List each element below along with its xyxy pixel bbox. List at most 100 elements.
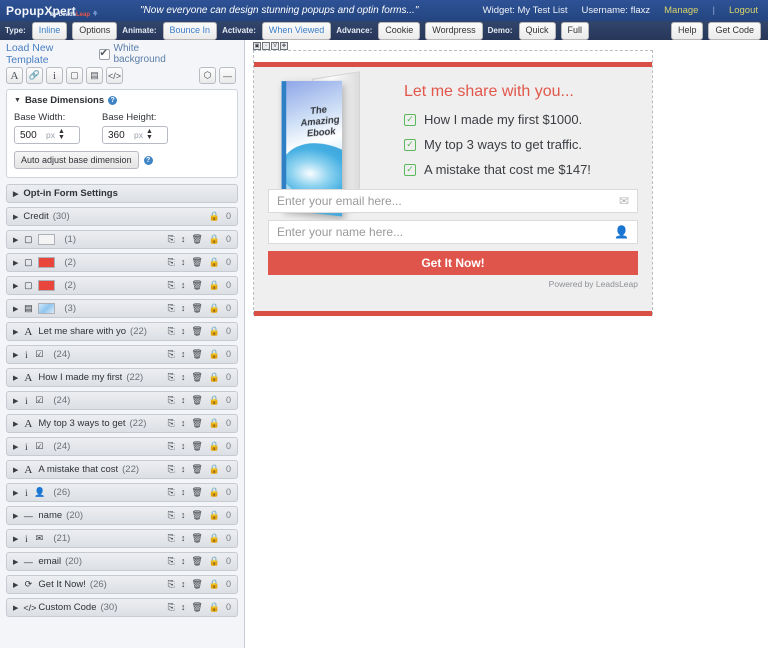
layer-row[interactable]: ▶ i ✉ (21) ⎘ ↕ 🗑 🔒 0 — [6, 529, 238, 548]
popup-headline[interactable]: Let me share with you... — [404, 83, 638, 101]
base-width-input[interactable] — [18, 129, 46, 142]
duplicate-layer-icon[interactable]: ⎘ — [168, 534, 175, 543]
duplicate-layer-icon[interactable]: ⎘ — [168, 350, 175, 359]
duplicate-layer-icon[interactable]: ⎘ — [168, 603, 175, 612]
move-layer-icon[interactable]: ↕ — [181, 557, 186, 566]
lock-layer-icon[interactable]: 🔒 — [209, 258, 220, 267]
lock-layer-icon[interactable]: 🔒 — [209, 511, 220, 520]
layer-row[interactable]: ▶ i 👤 (26) ⎘ ↕ 🗑 🔒 0 — [6, 483, 238, 502]
lock-layer-icon[interactable]: 🔒 — [209, 396, 220, 405]
lock-layer-icon[interactable]: 🔒 — [209, 419, 220, 428]
toolbar-button-wordpress[interactable]: Wordpress — [425, 22, 482, 40]
duplicate-layer-icon[interactable]: ⎘ — [168, 511, 175, 520]
lock-layer-icon[interactable]: 🔒 — [209, 534, 220, 543]
lock-layer-icon[interactable]: 🔒 — [209, 350, 220, 359]
popup-frame[interactable]: The Amazing Ebook Let me share with you.… — [253, 50, 653, 315]
lock-layer-icon[interactable]: 🔒 — [209, 212, 220, 221]
lock-layer-icon[interactable]: 🔒 — [209, 281, 220, 290]
toolbar-button-quick[interactable]: Quick — [519, 22, 556, 40]
toolbar-button-inline[interactable]: Inline — [32, 22, 68, 40]
duplicate-layer-icon[interactable]: ⎘ — [168, 327, 175, 336]
lock-layer-icon[interactable]: 🔒 — [209, 373, 220, 382]
delete-layer-icon[interactable]: 🗑 — [191, 258, 202, 267]
duplicate-layer-icon[interactable]: ⎘ — [168, 304, 175, 313]
move-layer-icon[interactable]: ↕ — [181, 534, 186, 543]
paint-tool-icon[interactable]: ⬡ — [199, 67, 216, 84]
base-width-stepper[interactable]: px ▲▼ — [14, 126, 80, 144]
layer-row[interactable]: ▶ ⟳ Get It Now! (26) ⎘ ↕ 🗑 🔒 0 — [6, 575, 238, 594]
move-layer-icon[interactable]: ↕ — [181, 442, 186, 451]
optin-form-settings-section[interactable]: ▶ Opt-in Form Settings — [6, 184, 238, 203]
duplicate-layer-icon[interactable]: ⎘ — [168, 373, 175, 382]
move-layer-icon[interactable]: ↕ — [181, 465, 186, 474]
layer-color-swatch[interactable] — [38, 234, 55, 245]
move-layer-icon[interactable]: ↕ — [181, 488, 186, 497]
lock-layer-icon[interactable]: 🔒 — [209, 557, 220, 566]
move-layer-icon[interactable]: ↕ — [181, 327, 186, 336]
duplicate-layer-icon[interactable]: ⎘ — [168, 281, 175, 290]
move-layer-icon[interactable]: ↕ — [181, 419, 186, 428]
base-width-spinner-arrows[interactable]: ▲ ▼ — [58, 129, 65, 141]
duplicate-layer-icon[interactable]: ⎘ — [168, 465, 175, 474]
layer-row[interactable]: ▶ Credit (30) 🔒 0 — [6, 207, 238, 226]
delete-layer-icon[interactable]: 🗑 — [191, 304, 202, 313]
move-layer-icon[interactable]: ↕ — [181, 373, 186, 382]
toolbar-button-options[interactable]: Options — [72, 22, 117, 40]
shape-tool-icon[interactable]: ▢ — [66, 67, 83, 84]
chevron-right-icon[interactable]: ▶ — [13, 420, 18, 428]
lock-layer-icon[interactable]: 🔒 — [209, 327, 220, 336]
get-code-button[interactable]: Get Code — [708, 22, 761, 40]
delete-layer-icon[interactable]: 🗑 — [191, 281, 202, 290]
duplicate-layer-icon[interactable]: ⎘ — [168, 396, 175, 405]
layer-row[interactable]: ▶ A Let me share with yo (22) ⎘ ↕ 🗑 🔒 0 — [6, 322, 238, 341]
lock-layer-icon[interactable]: 🔒 — [209, 488, 220, 497]
duplicate-handle-icon[interactable]: ▫ — [262, 42, 270, 50]
chevron-right-icon[interactable]: ▶ — [13, 443, 18, 451]
toolbar-button-full[interactable]: Full — [561, 22, 590, 40]
layer-row[interactable]: ▶ — email (20) ⎘ ↕ 🗑 🔒 0 — [6, 552, 238, 571]
email-field[interactable]: Enter your email here... ✉ — [268, 189, 638, 213]
lock-layer-icon[interactable]: 🔒 — [209, 603, 220, 612]
layer-row[interactable]: ▶ ▤ (3) ⎘ ↕ 🗑 🔒 0 — [6, 299, 238, 318]
base-dimensions-header[interactable]: ▼ Base Dimensions ? — [14, 95, 230, 106]
text-tool-icon[interactable]: A — [6, 67, 23, 84]
image-tool-icon[interactable]: ▤ — [86, 67, 103, 84]
lock-layer-icon[interactable]: 🔒 — [209, 465, 220, 474]
manage-link[interactable]: Manage — [664, 5, 698, 16]
delete-layer-icon[interactable]: 🗑 — [191, 465, 202, 474]
chevron-right-icon[interactable]: ▶ — [13, 305, 18, 313]
layer-color-swatch[interactable] — [38, 303, 55, 314]
code-tool-icon[interactable]: </> — [106, 67, 123, 84]
logout-link[interactable]: Logout — [729, 5, 758, 16]
layer-row[interactable]: ▶ ▢ (2) ⎘ ↕ 🗑 🔒 0 — [6, 276, 238, 295]
load-new-template-link[interactable]: Load New Template — [6, 42, 99, 66]
auto-adjust-help-icon[interactable]: ? — [144, 156, 153, 165]
toolbar-button-bounce-in[interactable]: Bounce In — [163, 22, 218, 40]
delete-layer-icon[interactable]: 🗑 — [191, 580, 202, 589]
layer-row[interactable]: ▶ i ☑ (24) ⎘ ↕ 🗑 🔒 0 — [6, 437, 238, 456]
visibility-handle-icon[interactable]: V — [271, 42, 279, 50]
name-field[interactable]: Enter your name here... 👤 — [268, 220, 638, 244]
chevron-right-icon[interactable]: ▶ — [13, 213, 18, 221]
chevron-right-icon[interactable]: ▶ — [13, 259, 18, 267]
lock-layer-icon[interactable]: 🔒 — [209, 580, 220, 589]
duplicate-layer-icon[interactable]: ⎘ — [168, 419, 175, 428]
auto-adjust-base-dimension-button[interactable]: Auto adjust base dimension — [14, 151, 139, 169]
layer-color-swatch[interactable] — [38, 257, 55, 268]
base-height-spinner-arrows[interactable]: ▲ ▼ — [146, 129, 153, 141]
duplicate-layer-icon[interactable]: ⎘ — [168, 235, 175, 244]
layer-row[interactable]: ▶ i ☑ (24) ⎘ ↕ 🗑 🔒 0 — [6, 345, 238, 364]
popup-bullet-item[interactable]: ✓ How I made my first $1000. — [404, 112, 638, 127]
move-layer-icon[interactable]: ↕ — [181, 350, 186, 359]
chevron-right-icon[interactable]: ▶ — [13, 581, 18, 589]
move-layer-icon[interactable]: ↕ — [181, 258, 186, 267]
layer-row[interactable]: ▶ A A mistake that cost (22) ⎘ ↕ 🗑 🔒 0 — [6, 460, 238, 479]
chevron-right-icon[interactable]: ▶ — [13, 397, 18, 405]
move-handle-icon[interactable]: ✥ — [280, 42, 288, 50]
toolbar-button-cookie[interactable]: Cookie — [378, 22, 420, 40]
layer-row[interactable]: ▶ </> Custom Code (30) ⎘ ↕ 🗑 🔒 0 — [6, 598, 238, 617]
info-tool-icon[interactable]: i — [46, 67, 63, 84]
layer-color-swatch[interactable] — [38, 280, 55, 291]
chevron-right-icon[interactable]: ▶ — [13, 282, 18, 290]
help-button[interactable]: Help — [671, 22, 704, 40]
